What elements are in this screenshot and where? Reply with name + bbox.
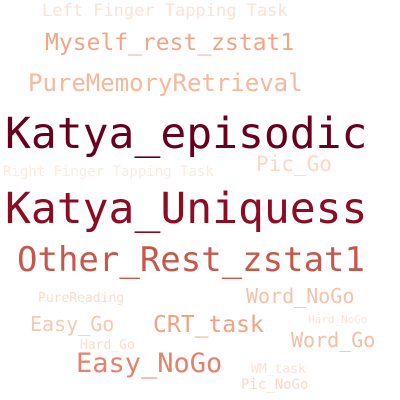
word-cloud: Left Finger Tapping Task Myself_rest_zst…	[0, 0, 400, 400]
word-right-finger-tapping-task: Right Finger Tapping Task	[3, 164, 214, 180]
word-pic-nogo: Pic_NoGo	[241, 377, 309, 393]
word-katya-uniquess: Katya_Uniquess	[5, 184, 368, 234]
word-katya-episodic: Katya_episodic	[5, 109, 368, 159]
word-wm-task: WM_task	[251, 362, 306, 377]
word-other-rest-zstat1: Other_Rest_zstat1	[17, 240, 365, 280]
word-word-go: Word_Go	[291, 328, 376, 352]
word-myself-rest-zstat1: Myself_rest_zstat1	[45, 30, 295, 56]
word-easy-nogo: Easy_NoGo	[76, 348, 223, 379]
word-purememoryretrieval: PureMemoryRetrieval	[28, 69, 303, 97]
word-easy-go: Easy_Go	[30, 312, 115, 336]
word-left-finger-tapping-task: Left Finger Tapping Task	[42, 1, 288, 21]
word-hard-nogo: Hard_NoGo	[308, 313, 368, 326]
word-word-nogo: Word_NoGo	[246, 284, 355, 308]
word-crt-task: CRT_task	[153, 312, 264, 338]
word-pic-go: Pic_Go	[256, 152, 332, 176]
word-purereading: PureReading	[38, 291, 125, 306]
